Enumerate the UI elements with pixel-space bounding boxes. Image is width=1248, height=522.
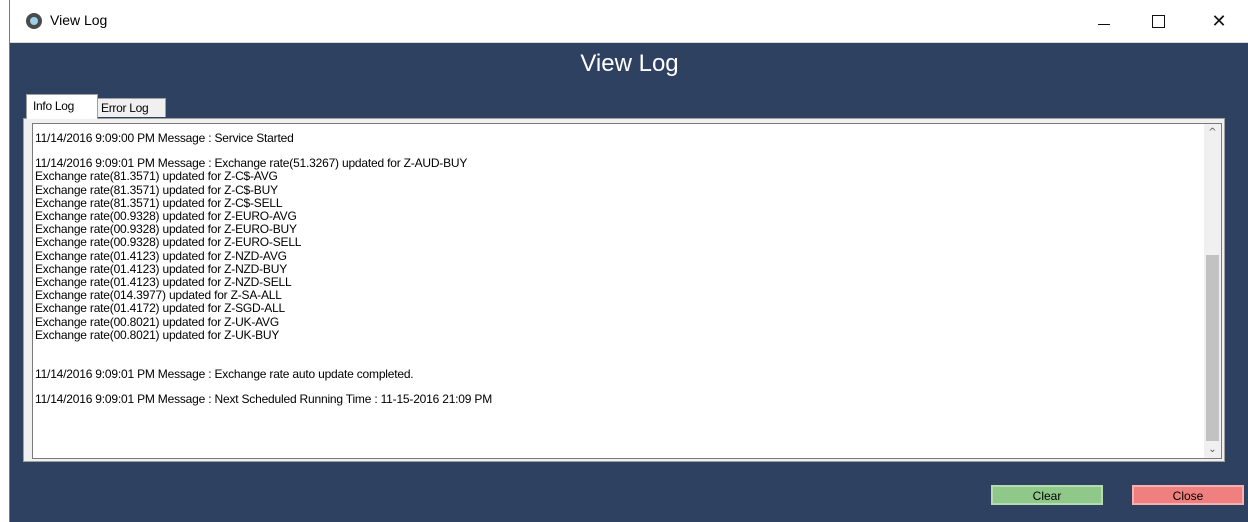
minimize-button[interactable] [1081, 0, 1127, 42]
vertical-scrollbar[interactable]: ^ ⌄ [1204, 124, 1221, 458]
scroll-up-icon[interactable]: ^ [1204, 124, 1221, 141]
tab-error-log[interactable]: Error Log [94, 98, 166, 117]
page-title: View Log [580, 50, 679, 77]
log-line: Exchange rate(01.4123) updated for Z-NZD… [35, 248, 287, 263]
window-title: View Log [50, 12, 108, 28]
close-button[interactable]: Close [1132, 485, 1244, 505]
scroll-thumb[interactable] [1206, 255, 1219, 441]
log-line: Exchange rate(00.8021) updated for Z-UK-… [35, 327, 280, 342]
log-line: Exchange rate(00.9328) updated for Z-EUR… [35, 235, 302, 250]
maximize-button[interactable] [1135, 0, 1181, 42]
log-line: Exchange rate(00.8021) updated for Z-UK-… [35, 314, 279, 329]
close-icon: ✕ [1211, 10, 1227, 32]
log-entry-update-completed: 11/14/2016 9:09:01 PM Message : Exchange… [35, 367, 414, 382]
log-textbox[interactable]: 11/14/2016 9:09:00 PM Message : Service … [32, 123, 1222, 459]
close-window-button[interactable]: ✕ [1196, 0, 1242, 42]
view-log-window: View Log ✕ View Log Info Log Error Log 1… [9, 0, 1248, 522]
maximize-icon [1151, 14, 1165, 28]
log-line: Exchange rate(81.3571) updated for Z-C$-… [35, 169, 278, 184]
log-content: 11/14/2016 9:09:00 PM Message : Service … [33, 124, 1203, 458]
minimize-icon [1098, 23, 1110, 25]
scroll-down-icon[interactable]: ⌄ [1204, 441, 1221, 458]
tab-info-log[interactable]: Info Log [26, 94, 98, 119]
tab-panel: 11/14/2016 9:09:00 PM Message : Service … [23, 118, 1225, 462]
log-line: Exchange rate(81.3571) updated for Z-C$-… [35, 182, 278, 197]
log-entry-service-started: 11/14/2016 9:09:00 PM Message : Service … [35, 131, 294, 145]
title-bar: View Log ✕ [10, 0, 1248, 43]
log-entry-next-run: 11/14/2016 9:09:01 PM Message : Next Sch… [35, 392, 492, 407]
rate-lines: Exchange rate(81.3571) updated for Z-C$-… [35, 170, 1201, 342]
clear-button[interactable]: Clear [991, 485, 1103, 505]
log-line: Exchange rate(01.4172) updated for Z-SGD… [35, 301, 286, 316]
app-icon [26, 13, 42, 29]
